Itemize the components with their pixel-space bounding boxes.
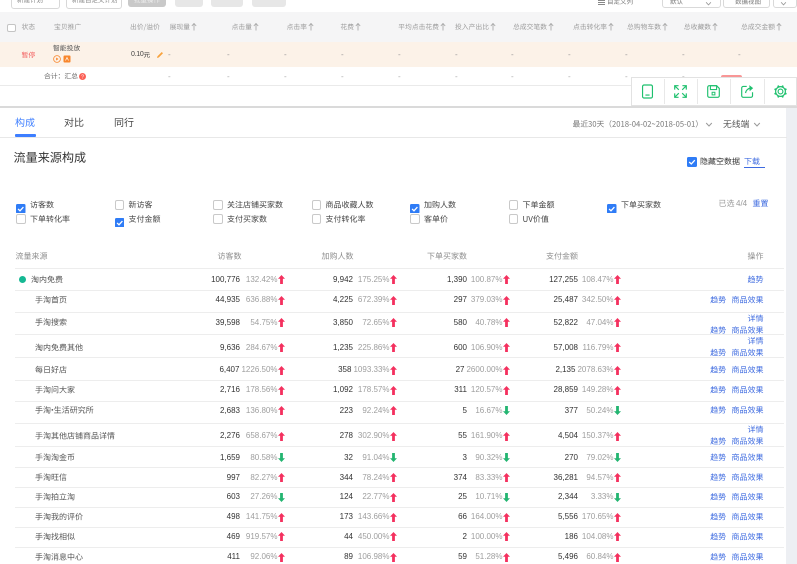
svg-text:?: ? — [81, 74, 84, 80]
